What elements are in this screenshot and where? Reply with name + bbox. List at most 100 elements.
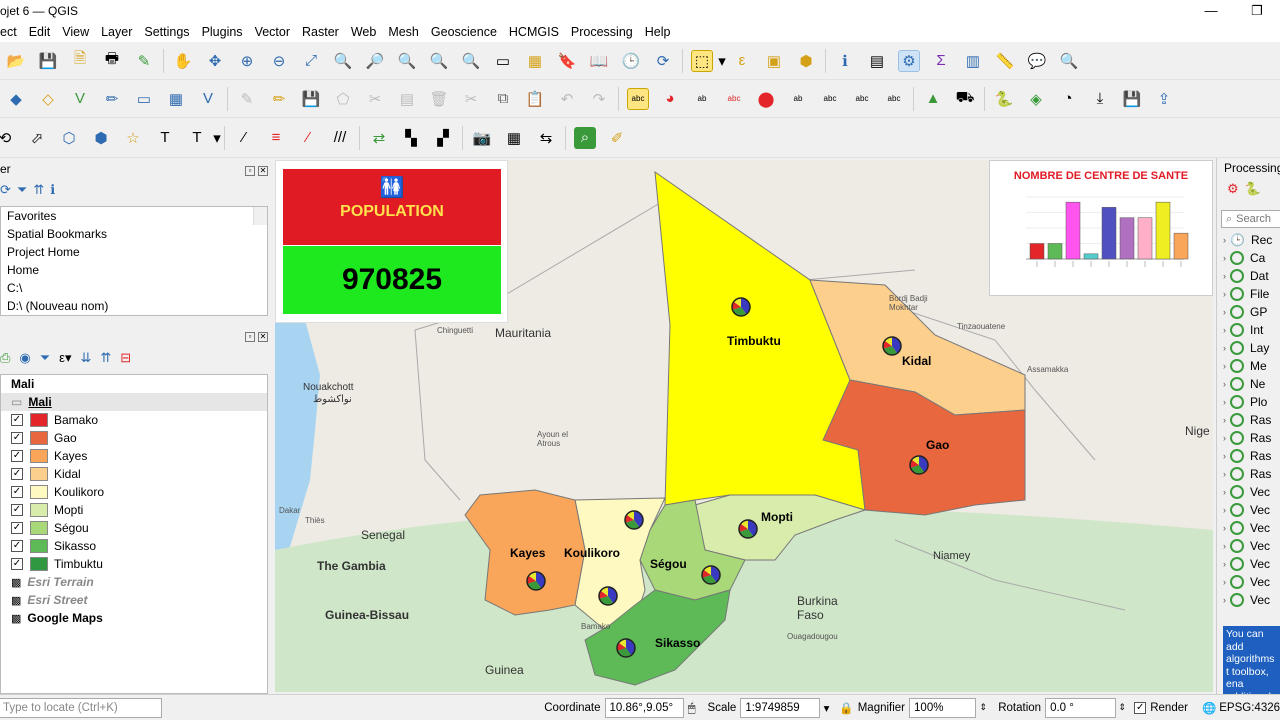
zoom-layer-icon[interactable]: 🔎 (364, 50, 386, 72)
expand-arrow-icon[interactable]: › (1223, 325, 1226, 335)
rotate-label-icon[interactable]: abc (851, 88, 873, 110)
expand-arrow-icon[interactable]: › (1223, 271, 1226, 281)
star-shape-icon[interactable]: ☆ (122, 127, 144, 149)
camera-icon[interactable]: 📷 (471, 127, 493, 149)
rotate-feature-icon[interactable]: ⟲ (0, 127, 16, 149)
select-features-icon[interactable]: ⬚ (691, 49, 713, 72)
map-canvas[interactable]: Timbuktu Kidal Gao Mopti Kayes Koulikoro… (275, 160, 1213, 692)
scale-dropdown-icon[interactable]: ▾ (820, 701, 834, 715)
visibility-checkbox[interactable]: ✓ (11, 486, 23, 498)
visibility-checkbox[interactable]: ✓ (11, 432, 23, 444)
hatch-icon[interactable]: /// (329, 127, 351, 149)
menu-web[interactable]: Web (345, 25, 382, 39)
layer-class-item[interactable]: ✓ Mopti (1, 501, 267, 519)
crs-icon[interactable]: 🌐 (1202, 701, 1216, 715)
add-ring-icon[interactable]: ⬡ (58, 127, 80, 149)
menu-help[interactable]: Help (639, 25, 677, 39)
pin-labels-icon[interactable]: ab (691, 88, 713, 110)
temporal-controller-icon[interactable]: 🕒 (620, 50, 642, 72)
visibility-checkbox[interactable]: ✓ (11, 540, 23, 552)
vertex-tool-icon[interactable]: ✂ (364, 88, 386, 110)
browser-item-project-home[interactable]: Project Home (1, 243, 267, 261)
visibility-checkbox[interactable]: ✓ (11, 504, 23, 516)
layer-class-item[interactable]: ✓ Bamako (1, 411, 267, 429)
change-label-icon[interactable]: abc (883, 88, 905, 110)
export-icon[interactable]: ⇪ (1153, 88, 1175, 110)
scale-field[interactable]: 1:9749859 (740, 697, 820, 718)
menu-plugins[interactable]: Plugins (196, 25, 249, 39)
toggle-extents-icon[interactable]: 🖱 (688, 700, 696, 716)
unpinned-labels-icon[interactable]: abc (723, 88, 745, 110)
deselect-icon[interactable]: ▣ (763, 50, 785, 72)
processing-provider-item[interactable]: › Ne (1223, 375, 1280, 393)
modify-attributes-icon[interactable]: ▤ (396, 88, 418, 110)
text-annotation-icon[interactable]: T (154, 127, 176, 149)
visibility-checkbox[interactable]: ✓ (11, 450, 23, 462)
save-as-icon[interactable]: 🗎 (69, 50, 91, 72)
add-part-icon[interactable]: ⬢ (90, 127, 112, 149)
expand-arrow-icon[interactable]: › (1223, 559, 1226, 569)
render-checkbox[interactable]: ✓ (1134, 701, 1147, 714)
processing-python-icon[interactable]: 🐍 (1245, 181, 1261, 197)
georeferencer-icon[interactable]: ▲ (922, 88, 944, 110)
layer-group-mali[interactable]: Mali (1, 375, 267, 393)
save-edits-icon[interactable]: 💾 (300, 88, 322, 110)
processing-provider-item[interactable]: › Vec (1223, 483, 1280, 501)
diagram-icon[interactable]: ◕ (659, 88, 681, 110)
menu-layer[interactable]: Layer (95, 25, 138, 39)
cut-icon[interactable]: ✂ (460, 88, 482, 110)
redo-icon[interactable]: ↷ (588, 88, 610, 110)
python-console-icon[interactable]: 🐍 (993, 88, 1015, 110)
pin-diagram-icon[interactable]: ⬤ (755, 88, 777, 110)
layer-class-item[interactable]: ✓ Timbuktu (1, 555, 267, 573)
identify-icon[interactable]: ℹ (834, 50, 856, 72)
layer-esri-terrain[interactable]: ▩ Esri Terrain (1, 573, 267, 591)
layer-class-item[interactable]: ✓ Sikasso (1, 537, 267, 555)
search-tool-icon[interactable]: 🔍 (1058, 50, 1080, 72)
raster-icon[interactable]: ▦ (165, 88, 187, 110)
layer-class-item[interactable]: ✓ Kayes (1, 447, 267, 465)
processing-provider-item[interactable]: › Lay (1223, 339, 1280, 357)
refresh-browser-icon[interactable]: ⟳ (0, 182, 11, 198)
expand-arrow-icon[interactable]: › (1223, 253, 1226, 263)
maximize-button[interactable]: ❐ (1234, 0, 1280, 22)
expand-arrow-icon[interactable]: › (1223, 361, 1226, 371)
visibility-checkbox[interactable]: ✓ (11, 414, 23, 426)
visibility-checkbox[interactable]: ✓ (11, 558, 23, 570)
move-label-icon[interactable]: abc (819, 88, 841, 110)
measure-icon[interactable]: 📏 (994, 50, 1016, 72)
processing-provider-item[interactable]: › Ras (1223, 447, 1280, 465)
processing-provider-item[interactable]: › Vec (1223, 591, 1280, 609)
delete-icon[interactable]: 🗑 (428, 88, 450, 110)
tool-edit-icon[interactable]: ✐ (606, 127, 628, 149)
processing-provider-item[interactable]: › Ras (1223, 429, 1280, 447)
collapse-icon[interactable]: ⇈ (33, 182, 44, 198)
new-spatialite-icon[interactable]: V (69, 88, 91, 110)
processing-provider-item[interactable]: › Ras (1223, 411, 1280, 429)
processing-provider-item[interactable]: › GP (1223, 303, 1280, 321)
download-icon[interactable]: ⤓ (1089, 88, 1111, 110)
float-panel-icon[interactable]: ▫ (245, 166, 255, 176)
save-floppy-icon[interactable]: 💾 (1121, 88, 1143, 110)
toggle-editing-icon[interactable]: ✏ (268, 88, 290, 110)
browser-item-favorites[interactable]: Favorites (1, 207, 267, 225)
processing-provider-item[interactable]: › Vec (1223, 501, 1280, 519)
speedometer-icon[interactable]: ◔ (1057, 88, 1079, 110)
browser-item-c-drive[interactable]: C:\ (1, 279, 267, 297)
processing-provider-item[interactable]: › Vec (1223, 519, 1280, 537)
browser-item-bookmarks[interactable]: Spatial Bookmarks (1, 225, 267, 243)
select-vertex-icon[interactable]: ⬀ (26, 127, 48, 149)
map-tips-icon[interactable]: 💬 (1026, 50, 1048, 72)
lock-scale-icon[interactable]: 🔒 (839, 701, 853, 715)
processing-provider-item[interactable]: › Vec (1223, 555, 1280, 573)
zoom-last-icon[interactable]: 🔍 (428, 50, 450, 72)
expand-arrow-icon[interactable]: › (1223, 343, 1226, 353)
menu-edit[interactable]: Edit (23, 25, 57, 39)
expand-arrow-icon[interactable]: › (1223, 523, 1226, 533)
screenshot-icon[interactable]: ▦ (503, 127, 525, 149)
menu-mesh[interactable]: Mesh (382, 25, 425, 39)
expand-all-icon[interactable]: ⇊ (80, 350, 91, 366)
vector-layer-icon[interactable]: V (197, 88, 219, 110)
new-3d-view-icon[interactable]: ▦ (524, 50, 546, 72)
style-manager-icon[interactable]: ✎ (133, 50, 155, 72)
